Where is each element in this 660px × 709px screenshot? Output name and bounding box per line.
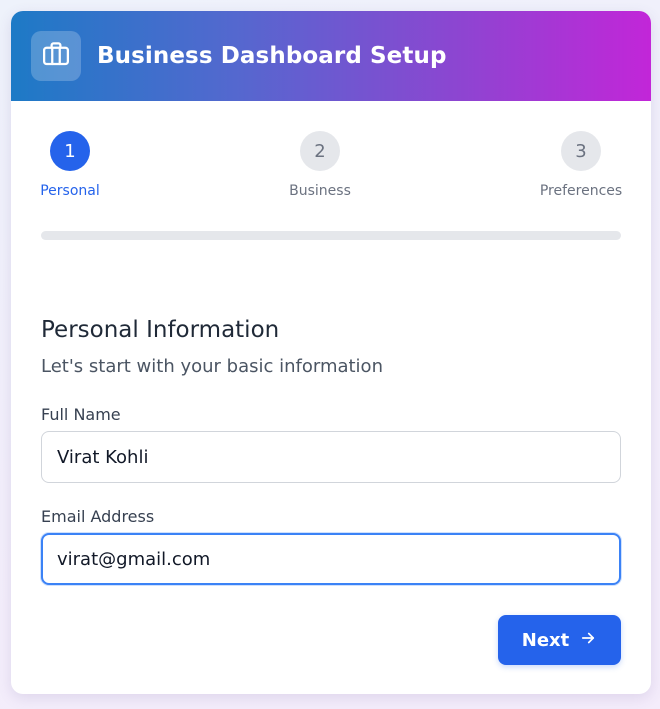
next-button[interactable]: Next xyxy=(498,615,621,665)
header-icon-box xyxy=(31,31,81,81)
section-subtitle: Let's start with your basic information xyxy=(41,356,383,377)
step-label: Personal xyxy=(40,183,100,199)
email-label: Email Address xyxy=(41,507,155,526)
step-business[interactable]: 2 Business xyxy=(280,131,360,200)
page-title: Business Dashboard Setup xyxy=(97,43,447,69)
full-name-label: Full Name xyxy=(41,405,121,424)
email-input[interactable] xyxy=(41,533,621,585)
full-name-input[interactable] xyxy=(41,431,621,483)
step-personal[interactable]: 1 Personal xyxy=(35,131,105,200)
next-button-label: Next xyxy=(521,629,570,651)
briefcase-icon xyxy=(41,39,71,73)
header-bar: Business Dashboard Setup xyxy=(11,11,651,101)
progress-bar xyxy=(41,231,621,240)
step-number: 3 xyxy=(561,131,601,171)
step-number: 1 xyxy=(50,131,90,171)
step-preferences[interactable]: 3 Preferences xyxy=(531,131,631,200)
section-title: Personal Information xyxy=(41,317,280,343)
arrow-right-icon xyxy=(579,629,597,652)
step-number: 2 xyxy=(300,131,340,171)
step-label: Business xyxy=(289,183,351,199)
setup-card: Business Dashboard Setup 1 Personal 2 Bu… xyxy=(11,11,651,694)
step-label: Preferences xyxy=(539,183,623,199)
